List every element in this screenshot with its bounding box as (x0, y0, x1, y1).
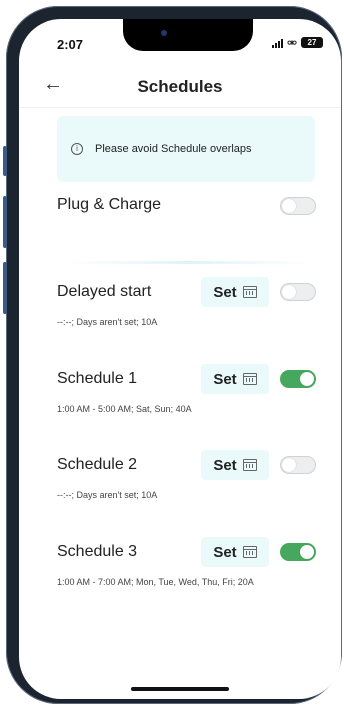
screen: 2:07 ⚮ 27 ← Schedules i Please avoid Sch… (19, 19, 341, 699)
delayed-start-toggle[interactable] (280, 283, 316, 301)
schedule-2-details: --:--; Days aren't set; 10A (57, 490, 158, 500)
calendar-icon (242, 459, 257, 471)
volume-up-button (3, 196, 7, 248)
set-label: Set (213, 543, 237, 561)
toggle-knob (300, 372, 314, 386)
section-divider (69, 261, 309, 264)
plug-charge-toggle[interactable] (280, 197, 316, 215)
header-divider (19, 107, 341, 108)
schedule-1-set-button[interactable]: Set (201, 364, 269, 394)
set-label: Set (213, 456, 237, 474)
schedule-1-toggle[interactable] (280, 370, 316, 388)
schedule-3-label: Schedule 3 (57, 543, 138, 560)
set-label: Set (213, 370, 237, 388)
phone-frame: 2:07 ⚮ 27 ← Schedules i Please avoid Sch… (6, 6, 342, 704)
plug-charge-label: Plug & Charge (57, 196, 162, 213)
schedule-1-details: 1:00 AM - 5:00 AM; Sat, Sun; 40A (57, 404, 192, 414)
calendar-icon (242, 546, 257, 558)
info-icon: i (71, 143, 83, 155)
home-indicator (131, 687, 229, 691)
page-title: Schedules (137, 77, 223, 96)
schedule-3-toggle[interactable] (280, 543, 316, 561)
status-time: 2:07 (57, 37, 84, 52)
schedule-2-label: Schedule 2 (57, 456, 138, 473)
notice-banner: i Please avoid Schedule overlaps (57, 116, 315, 182)
signal-icon (271, 38, 283, 48)
schedule-2-toggle[interactable] (280, 456, 316, 474)
volume-down-button (3, 262, 7, 314)
status-icons: ⚮ 27 (271, 35, 323, 50)
toggle-knob (282, 458, 296, 472)
wifi-icon: ⚮ (286, 35, 297, 50)
schedule-3-set-button[interactable]: Set (201, 537, 269, 567)
schedule-3-details: 1:00 AM - 7:00 AM; Mon, Tue, Wed, Thu, F… (57, 577, 254, 587)
delayed-start-set-button[interactable]: Set (201, 277, 269, 307)
camera-dot (161, 30, 167, 36)
toggle-knob (282, 285, 296, 299)
toggle-knob (300, 545, 314, 559)
notice-text: Please avoid Schedule overlaps (95, 143, 252, 155)
delayed-start-label: Delayed start (57, 283, 152, 300)
calendar-icon (242, 286, 257, 298)
toggle-knob (282, 199, 296, 213)
notch (123, 19, 253, 51)
schedule-2-set-button[interactable]: Set (201, 450, 269, 480)
battery-icon: 27 (301, 37, 323, 48)
set-label: Set (213, 283, 237, 301)
mute-switch (3, 146, 7, 176)
calendar-icon (242, 373, 257, 385)
delayed-start-details: --:--; Days aren't set; 10A (57, 317, 158, 327)
header: ← Schedules (19, 69, 341, 109)
schedule-1-label: Schedule 1 (57, 370, 138, 387)
